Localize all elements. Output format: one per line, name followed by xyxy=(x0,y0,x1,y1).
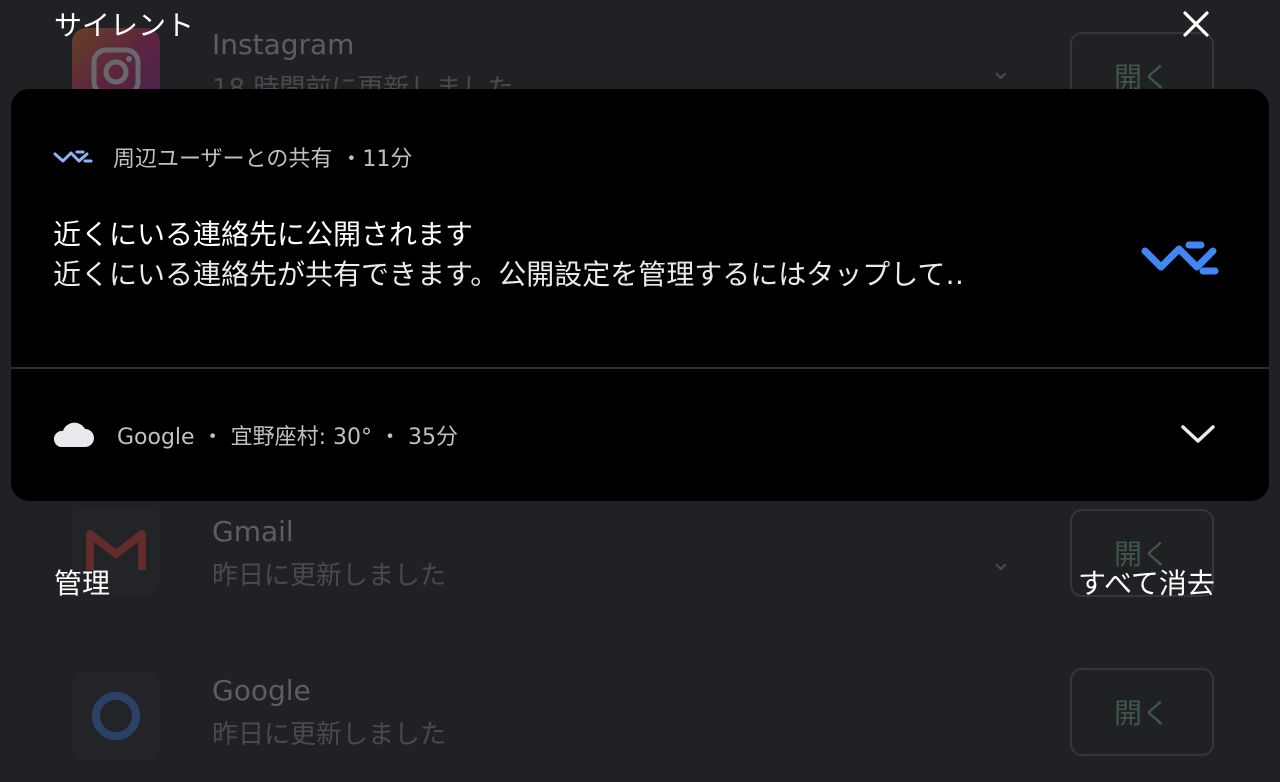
notification-app-name: 周辺ユーザーとの共有 xyxy=(113,147,333,172)
clear-all-button[interactable]: すべて消去 xyxy=(1078,562,1215,602)
notification-weather-row: Google ・ 宜野座村: 30° ・ 35分 xyxy=(49,419,458,451)
app-row-google: Google 昨日に更新しました 開く xyxy=(0,668,1280,782)
nearby-share-large-icon xyxy=(1139,237,1221,283)
notification-text: 近くにいる連絡先が共有できます。公開設定を管理するにはタップして‥ xyxy=(53,258,965,291)
notification-weather-summary: Google ・ 宜野座村: 30° ・ 35分 xyxy=(117,425,458,450)
notification-weather[interactable]: Google ・ 宜野座村: 30° ・ 35分 xyxy=(11,369,1269,501)
notification-nearby-share[interactable]: 周辺ユーザーとの共有 ・11分 近くにいる連絡先に公開されます 近くにいる連絡先… xyxy=(11,89,1269,367)
notification-header: 周辺ユーザーとの共有 ・11分 xyxy=(53,141,412,173)
app-subtitle: 昨日に更新しました xyxy=(212,561,447,591)
app-name: Gmail xyxy=(212,515,294,548)
close-button[interactable] xyxy=(1176,4,1216,44)
section-title: サイレント xyxy=(54,9,195,42)
expand-button[interactable] xyxy=(1173,409,1223,459)
notification-panel: 周辺ユーザーとの共有 ・11分 近くにいる連絡先に公開されます 近くにいる連絡先… xyxy=(11,89,1269,501)
google-icon xyxy=(72,672,160,760)
app-name: Google xyxy=(212,674,311,707)
notification-title: 近くにいる連絡先に公開されます xyxy=(53,218,474,251)
notification-time: ・11分 xyxy=(340,147,413,172)
nearby-share-icon xyxy=(53,150,93,163)
cloud-icon xyxy=(53,422,94,447)
chevron-down-icon: ⌄ xyxy=(990,56,1012,86)
chevron-down-icon: ⌄ xyxy=(990,547,1012,577)
app-name: Instagram xyxy=(212,28,355,61)
chevron-down-icon xyxy=(1181,425,1215,443)
close-icon xyxy=(1183,11,1209,37)
manage-button[interactable]: 管理 xyxy=(54,562,110,602)
open-button: 開く xyxy=(1070,668,1214,756)
